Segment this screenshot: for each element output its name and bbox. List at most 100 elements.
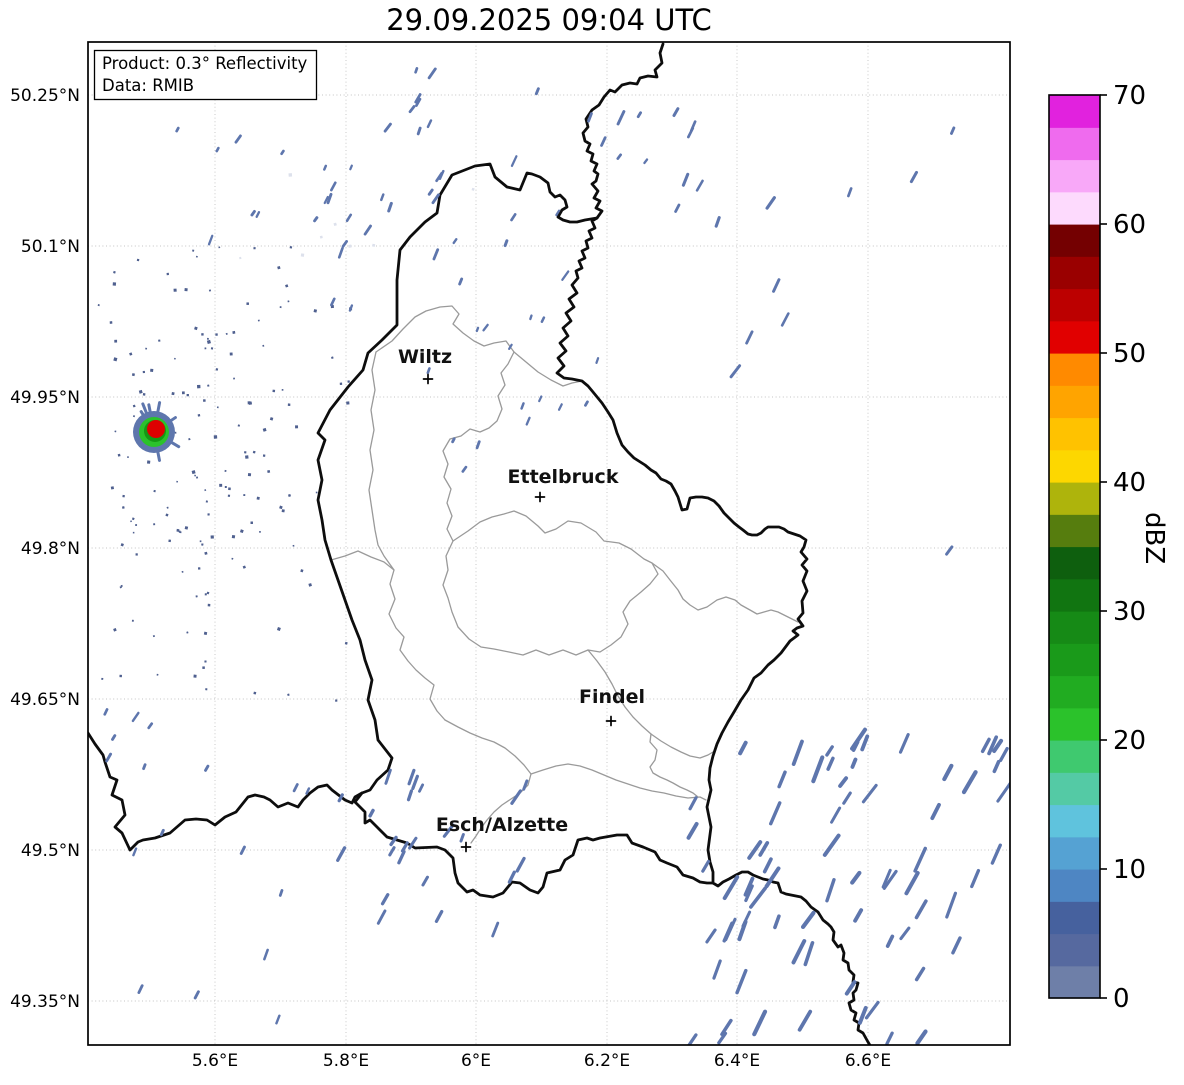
echo-dot (346, 401, 350, 405)
echo-dash (595, 357, 600, 364)
echo-dot (292, 544, 295, 547)
echo-dot (372, 243, 376, 247)
echo-dot (142, 370, 146, 374)
echo-dot (227, 494, 231, 497)
echo-dot (253, 247, 256, 250)
colorbar-tick-label: 10 (1113, 855, 1146, 885)
echo-dot (197, 414, 201, 417)
echo-dot (247, 473, 252, 477)
echo-dot (262, 454, 266, 457)
colorbar-segment (1049, 804, 1100, 838)
echo-dot (110, 486, 115, 490)
colorbar-tick-label: 70 (1113, 81, 1146, 111)
colorbar-segment (1049, 449, 1100, 483)
colorbar-segment (1049, 224, 1100, 257)
colorbar-segment (1049, 288, 1100, 322)
colorbar-segment (1049, 256, 1100, 290)
echo-dot (135, 524, 138, 526)
echo-dot (127, 456, 129, 458)
echo-dot (210, 535, 214, 539)
echo-dot (288, 173, 293, 177)
echo-dot (228, 487, 231, 491)
echo-dot (204, 593, 207, 596)
echo-dot (166, 272, 169, 276)
echo-dot (272, 389, 276, 393)
echo-dot (253, 691, 257, 695)
echo-dot (176, 528, 180, 532)
echo-dot (195, 595, 198, 598)
echo-dot (267, 469, 271, 474)
echo-dash (215, 146, 220, 153)
echo-dot (315, 491, 318, 494)
city-label-findel: Findel (579, 686, 645, 708)
colorbar-segment (1049, 482, 1100, 515)
echo-dot (243, 494, 246, 497)
echo-dash (529, 314, 533, 321)
echo-dot (136, 258, 140, 262)
radar-site-ring (147, 420, 165, 438)
echo-dot (250, 521, 253, 524)
colorbar: 0 10 20 30 40 50 60 70 (1048, 81, 1146, 1014)
echo-dot (122, 494, 125, 498)
echo-dot (259, 530, 261, 533)
x-axis-tick-label: 6.4°E (714, 1051, 760, 1071)
echo-dot (109, 321, 113, 324)
echo-dot (216, 406, 219, 409)
echo-dot (117, 453, 121, 457)
echo-dash (458, 277, 464, 286)
echo-dash (175, 126, 180, 133)
colorbar-segment (1049, 191, 1100, 225)
colorbar-segment (1049, 353, 1100, 386)
colorbar-segment (1049, 933, 1100, 967)
echo-dot (168, 539, 172, 543)
echo-dot (347, 380, 350, 383)
colorbar-segment (1049, 965, 1100, 999)
echo-dot (300, 253, 305, 257)
y-axis-tick-label: 49.35°N (10, 992, 80, 1012)
colorbar-tick-label: 0 (1113, 984, 1130, 1014)
echo-dot (119, 674, 122, 678)
echo-dash (142, 763, 147, 771)
echo-dash (503, 239, 509, 248)
echo-dot (196, 476, 199, 479)
colorbar-segment (1049, 320, 1100, 354)
echo-dot (207, 603, 211, 607)
colorbar-segment (1049, 836, 1100, 870)
echo-dot (135, 553, 138, 556)
colorbar-tick-label: 30 (1113, 597, 1146, 627)
info-source-line: Data: RMIB (102, 76, 194, 95)
y-axis-tick-label: 49.8°N (21, 539, 80, 559)
echo-dash (349, 164, 353, 171)
colorbar-unit-label: dBZ (1139, 512, 1169, 564)
colorbar-segment (1049, 417, 1100, 451)
echo-dot (256, 496, 260, 500)
echo-dot (121, 506, 125, 509)
colorbar-segment (1049, 707, 1100, 741)
x-axis-tick-label: 6.6°E (845, 1051, 891, 1071)
echo-dot (101, 677, 104, 680)
echo-dot (202, 399, 206, 402)
echo-dot (192, 249, 195, 252)
echo-dot (248, 401, 253, 405)
y-axis-tick-label: 49.5°N (21, 841, 80, 861)
colorbar-tick-label: 40 (1113, 468, 1146, 498)
echo-dot (173, 288, 177, 292)
echo-dot (231, 534, 236, 539)
echo-dot (199, 540, 202, 543)
echo-dot (197, 567, 201, 570)
echo-dot (232, 330, 236, 334)
radar-map-figure: Wiltz Ettelbruck Findel Esch/Alzette Produc… (0, 0, 1184, 1081)
echo-dot (171, 392, 175, 396)
echo-dot (201, 543, 204, 546)
echo-dot (193, 674, 197, 678)
echo-dot (146, 460, 151, 464)
echo-dash (534, 87, 540, 96)
city-label-ettelbruck: Ettelbruck (508, 466, 619, 488)
echo-dot (319, 235, 323, 239)
echo-dash (451, 437, 456, 444)
colorbar-tick-label: 60 (1113, 210, 1146, 240)
echo-dot (184, 288, 188, 292)
echo-dot (130, 520, 132, 523)
info-product-line: Product: 0.3° Reflectivity (102, 54, 308, 73)
colorbar-segment (1049, 546, 1100, 580)
